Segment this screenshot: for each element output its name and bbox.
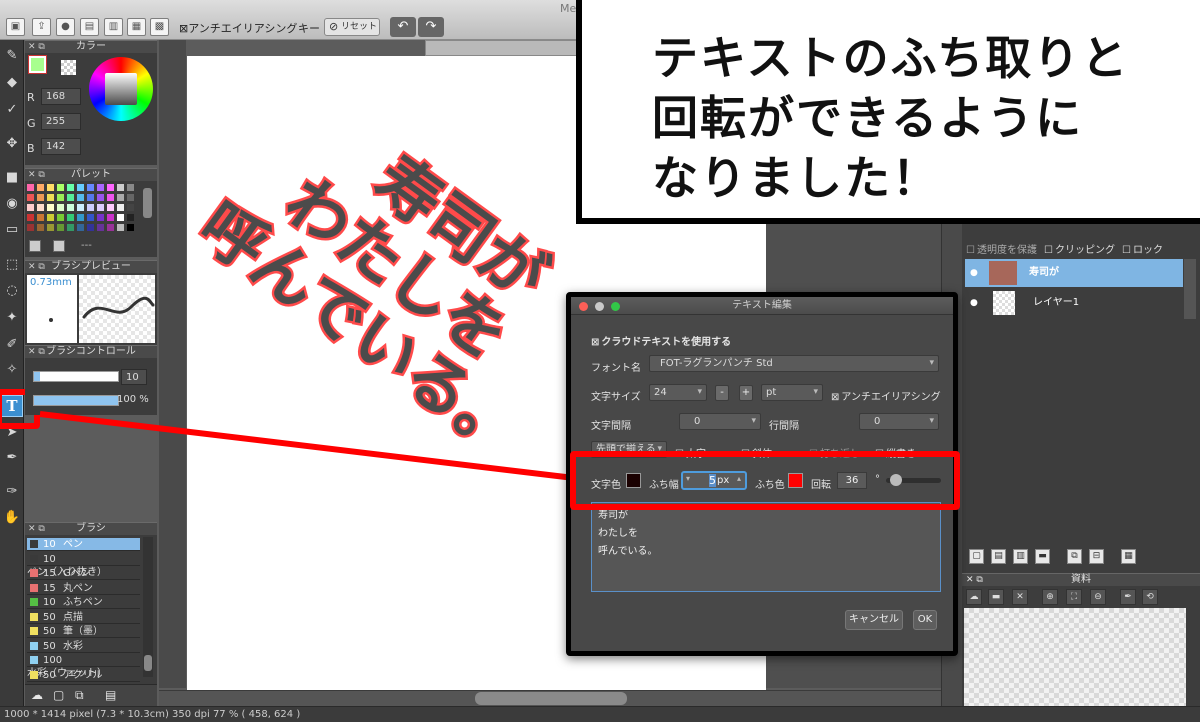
delete-layer-icon[interactable]: ▦ — [1121, 549, 1136, 564]
char-spacing-label: 文字間隔 — [591, 421, 631, 432]
layer-scrollbar[interactable] — [1184, 259, 1196, 319]
layer-row-text[interactable]: ● 寿司が — [965, 259, 1183, 287]
dialog-titlebar: テキスト編集 — [571, 297, 953, 315]
zoom-in-icon[interactable]: ⊕ — [1042, 589, 1058, 605]
layer-name: 寿司が — [1029, 267, 1059, 278]
rotate-icon[interactable]: ⟲ — [1142, 589, 1158, 605]
materials-title: 資料 — [1071, 574, 1091, 585]
eye-icon[interactable]: ● — [970, 289, 978, 317]
cloud-text-checkbox[interactable]: クラウドテキストを使用する — [591, 333, 731, 348]
text-input-area[interactable]: 寿司が わたしを 呼んでいる。 — [591, 502, 941, 592]
minimize-dot-icon[interactable] — [595, 302, 604, 311]
cancel-button[interactable]: キャンセル — [845, 610, 903, 630]
remove-material-icon[interactable]: ✕ — [1012, 589, 1028, 605]
duplicate-layer-icon[interactable]: ⧉ — [1067, 549, 1082, 564]
announcement-callout: テキストのふち取りと 回転ができるように なりました！ — [576, 0, 1200, 224]
size-label: 文字サイズ — [591, 392, 641, 403]
size-minus-button[interactable]: - — [715, 385, 729, 401]
dialog-antialias-label: アンチエイリアシング — [841, 392, 941, 403]
close-icon[interactable]: ✕ ⧉ — [966, 574, 983, 586]
new-raster-icon[interactable]: ▤ — [991, 549, 1006, 564]
dialog-antialias-checkbox[interactable]: アンチエイリアシング — [831, 388, 941, 403]
folder-icon[interactable]: ▬ — [1035, 549, 1050, 564]
protect-label: 透明度を保護 — [976, 245, 1037, 256]
status-bar: 1000 * 1414 pixel (7.3 * 10.3cm) 350 dpi… — [0, 706, 1200, 722]
layer-thumbnail — [993, 291, 1015, 315]
new-layer-icon[interactable]: ▢ — [969, 549, 984, 564]
eye-icon[interactable]: ● — [970, 259, 978, 287]
line-spacing-field[interactable]: 0 — [859, 413, 939, 430]
fit-icon[interactable]: ⛶ — [1066, 589, 1082, 605]
layer-thumbnail — [989, 261, 1017, 285]
line-spacing-label: 行間隔 — [769, 421, 799, 432]
char-spacing-field[interactable]: 0 — [679, 413, 761, 430]
new-vector-icon[interactable]: ▥ — [1013, 549, 1028, 564]
layer-name: レイヤー1 — [1033, 297, 1080, 308]
ok-button[interactable]: OK — [913, 610, 937, 630]
lock-label: ロック — [1132, 245, 1163, 256]
zoom-dot-icon[interactable] — [611, 302, 620, 311]
text-area-line2: わたしを — [598, 528, 638, 539]
cloud-text-label: クラウドテキストを使用する — [601, 337, 732, 348]
clipping-label: クリッピング — [1054, 245, 1115, 256]
cloud-download-icon[interactable]: ☁ — [966, 589, 982, 605]
layer-row-1[interactable]: ● レイヤー1 — [965, 289, 1183, 317]
border-rotation-highlight — [570, 451, 960, 510]
zoom-out-icon[interactable]: ⊖ — [1090, 589, 1106, 605]
close-dot-icon[interactable] — [579, 302, 588, 311]
layer-protect-toggle[interactable]: 透明度を保護 — [966, 241, 1037, 256]
dialog-title: テキスト編集 — [732, 300, 792, 311]
size-plus-button[interactable]: + — [739, 385, 753, 401]
size-select[interactable]: 24 — [649, 384, 707, 401]
material-preview — [964, 608, 1186, 706]
text-area-line3: 呼んでいる。 — [598, 546, 658, 557]
font-select[interactable]: FOT-ラグランパンチ Std — [649, 355, 939, 372]
font-label: フォント名 — [591, 363, 641, 374]
layer-clipping-toggle[interactable]: クリッピング — [1044, 241, 1115, 256]
callout-line3: なりました！ — [652, 151, 940, 205]
layer-lock-toggle[interactable]: ロック — [1122, 241, 1163, 256]
callout-line1: テキストのふち取りと — [652, 31, 1130, 85]
callout-line2: 回転ができるように — [652, 91, 1084, 145]
merge-layer-icon[interactable]: ⊟ — [1089, 549, 1104, 564]
materials-header: ✕ ⧉ 資料 — [962, 573, 1200, 586]
eyedrop-material-icon[interactable]: ✒ — [1120, 589, 1136, 605]
unit-select[interactable]: pt — [761, 384, 823, 401]
open-folder-icon[interactable]: ▬ — [988, 589, 1004, 605]
